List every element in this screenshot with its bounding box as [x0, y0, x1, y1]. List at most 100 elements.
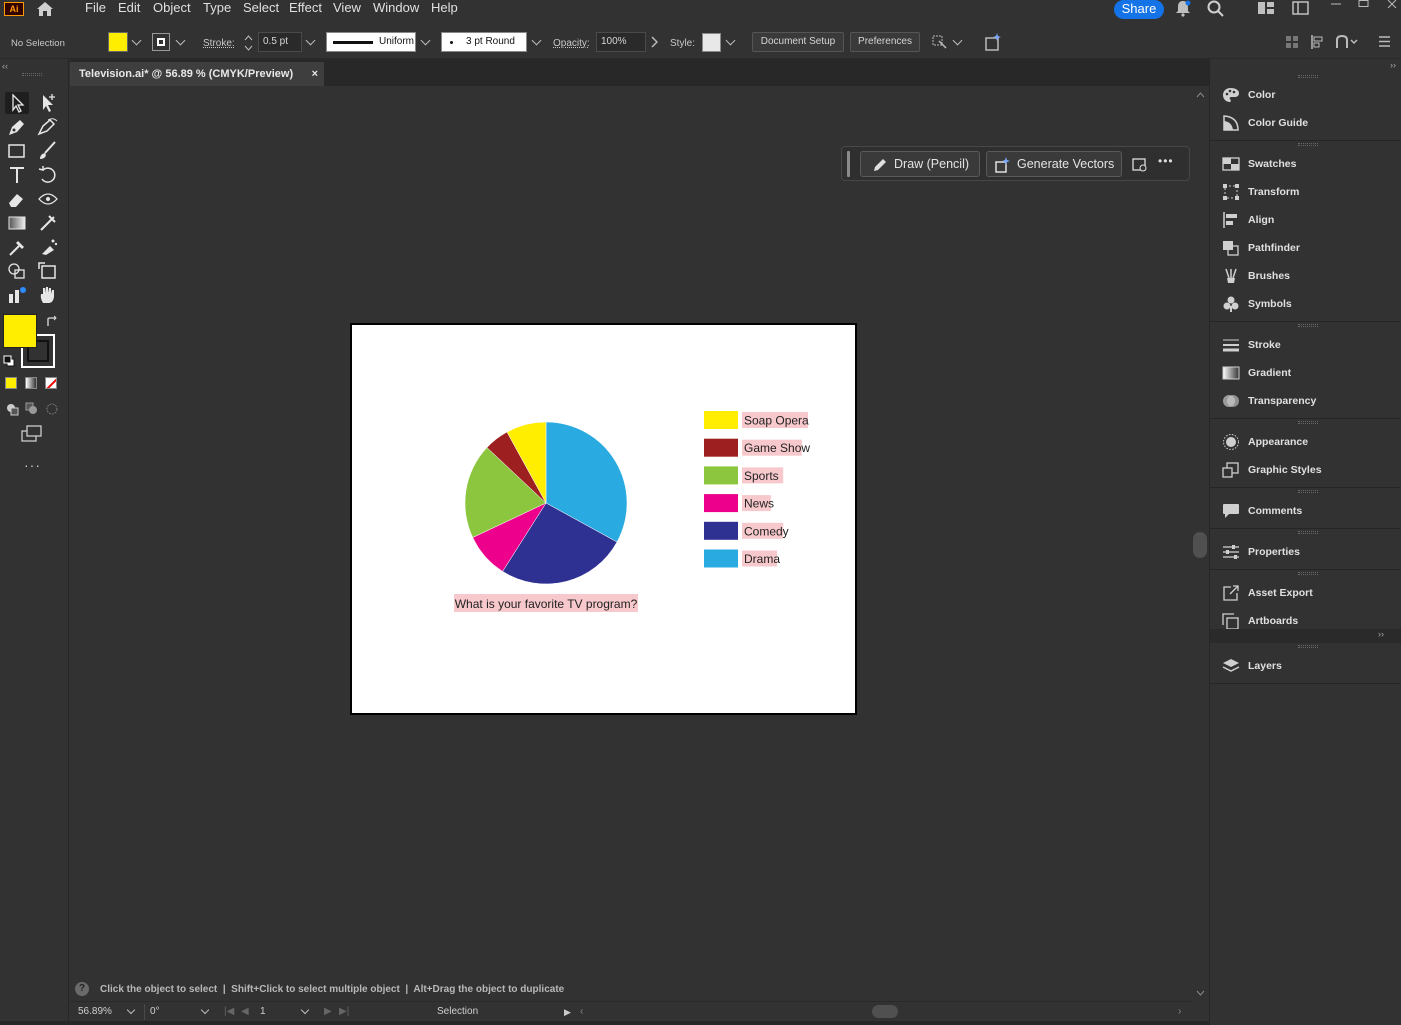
- zoom-dropdown-icon[interactable]: [126, 1005, 136, 1015]
- last-artboard-icon[interactable]: ▶|: [339, 1002, 349, 1022]
- stroke-label[interactable]: Stroke:: [203, 38, 235, 50]
- gradient-mode-icon[interactable]: [25, 377, 37, 389]
- draw-behind-icon[interactable]: [25, 402, 39, 416]
- arrange-documents-icon[interactable]: [1257, 1, 1275, 15]
- close-window-icon[interactable]: [1386, 0, 1398, 8]
- close-tab-icon[interactable]: ×: [312, 62, 318, 86]
- panel-color-guide[interactable]: Color Guide: [1222, 112, 1397, 134]
- scroll-right-icon[interactable]: ›: [1178, 1002, 1181, 1022]
- maximize-icon[interactable]: [1358, 0, 1370, 8]
- menu-type[interactable]: Type: [203, 0, 231, 16]
- panel-color[interactable]: Color: [1222, 84, 1397, 106]
- shape-builder-tool-icon[interactable]: [5, 260, 29, 282]
- opacity-label[interactable]: Opacity:: [553, 38, 590, 50]
- expand-panels-icon[interactable]: ››: [1390, 60, 1396, 70]
- none-mode-icon[interactable]: [45, 377, 57, 389]
- paintbrush-tool-icon[interactable]: [36, 140, 60, 162]
- search-icon[interactable]: [1207, 0, 1224, 17]
- arrange-dropdown-icon[interactable]: [952, 35, 963, 46]
- eyedropper-tool-icon[interactable]: [5, 236, 29, 258]
- current-tool-status[interactable]: Selection: [437, 1002, 478, 1022]
- document-setup-button[interactable]: Document Setup: [752, 32, 844, 52]
- preferences-button[interactable]: Preferences: [850, 32, 920, 52]
- rotate-tool-icon[interactable]: [36, 164, 60, 186]
- stroke-profile-select[interactable]: Uniform: [326, 32, 416, 52]
- vertical-scroll-thumb[interactable]: [1193, 532, 1207, 558]
- legend-swatch-sports[interactable]: [704, 466, 738, 485]
- panel-properties[interactable]: Properties: [1222, 541, 1397, 563]
- more-options-icon[interactable]: •••: [1158, 154, 1174, 168]
- change-screen-mode-icon[interactable]: [21, 425, 43, 443]
- fill-color-front[interactable]: [3, 314, 37, 348]
- fill-swatch[interactable]: [108, 32, 128, 52]
- rotation-value[interactable]: 0°: [150, 1002, 160, 1022]
- workspace-icon[interactable]: [1292, 1, 1309, 15]
- menu-file[interactable]: File: [85, 0, 106, 16]
- rectangle-tool-icon[interactable]: [5, 140, 29, 162]
- share-button[interactable]: Share: [1114, 0, 1164, 19]
- stroke-weight-dropdown-icon[interactable]: [305, 35, 316, 46]
- default-fill-stroke-icon[interactable]: [3, 355, 15, 367]
- text-align-icon[interactable]: [1310, 34, 1326, 50]
- mesh-tool-icon[interactable]: [36, 212, 60, 234]
- control-bar-menu-icon[interactable]: [1378, 36, 1391, 47]
- curvature-tool-icon[interactable]: [36, 116, 60, 138]
- eraser-tool-icon[interactable]: [5, 188, 29, 210]
- swap-fill-stroke-icon[interactable]: [45, 315, 59, 329]
- taskbar-grip[interactable]: [847, 151, 850, 177]
- panel-comments[interactable]: Comments: [1222, 500, 1397, 522]
- menu-effect[interactable]: Effect: [289, 0, 322, 16]
- panel-swatches[interactable]: Swatches: [1222, 153, 1397, 175]
- hand-tool-icon[interactable]: [36, 284, 60, 306]
- draw-normal-icon[interactable]: [5, 402, 19, 416]
- legend-swatch-news[interactable]: [704, 494, 738, 513]
- draw-inside-icon[interactable]: [45, 402, 59, 416]
- edit-toolbar-more-icon[interactable]: ···: [24, 457, 41, 473]
- toolbar-grip[interactable]: [22, 73, 42, 76]
- panel-brushes[interactable]: Brushes: [1222, 265, 1397, 287]
- artboard-number[interactable]: 1: [260, 1002, 266, 1022]
- brush-select[interactable]: 3 pt Round: [441, 32, 527, 52]
- legend-label-soap-opera[interactable]: Soap Opera: [744, 414, 809, 428]
- opacity-arrow-icon[interactable]: [651, 36, 658, 48]
- menu-object[interactable]: Object: [153, 0, 191, 16]
- artboard[interactable]: Soap Opera Game Show Sports News Comedy Drama…: [350, 323, 857, 715]
- legend-label-news[interactable]: News: [744, 497, 774, 511]
- generative-expand-icon[interactable]: [983, 32, 1003, 52]
- panel-transparency[interactable]: Transparency: [1222, 390, 1397, 412]
- arrange-icon[interactable]: [931, 33, 949, 51]
- panel-transform[interactable]: Transform: [1222, 181, 1397, 203]
- collapse-toolbar-icon[interactable]: ‹‹: [2, 61, 8, 71]
- vertical-scrollbar[interactable]: [1192, 86, 1209, 1001]
- pen-tool-icon[interactable]: [5, 116, 29, 138]
- legend-label-game-show[interactable]: Game Show: [744, 441, 810, 455]
- first-artboard-icon[interactable]: |◀: [224, 1002, 234, 1022]
- gradient-tool-icon[interactable]: [5, 212, 29, 234]
- stroke-profile-dropdown-icon[interactable]: [420, 35, 431, 46]
- zoom-level[interactable]: 56.89%: [78, 1002, 112, 1022]
- style-dropdown-icon[interactable]: [725, 35, 736, 46]
- panel-layers[interactable]: Layers: [1222, 655, 1397, 677]
- artboard-tool-icon[interactable]: [36, 260, 60, 282]
- pie-chart[interactable]: Soap Opera Game Show Sports News Comedy Drama…: [352, 325, 855, 713]
- menu-select[interactable]: Select: [243, 0, 279, 16]
- stroke-dropdown-icon[interactable]: [175, 35, 186, 46]
- panel-gradient[interactable]: Gradient: [1222, 362, 1397, 384]
- bell-icon[interactable]: [1175, 0, 1191, 17]
- type-tool-icon[interactable]: [5, 164, 29, 186]
- scroll-left-icon[interactable]: ‹: [580, 1002, 583, 1022]
- home-icon[interactable]: [36, 1, 54, 17]
- panel-appearance[interactable]: Appearance: [1222, 431, 1397, 453]
- style-swatch[interactable]: [702, 33, 721, 52]
- expand-column-icon[interactable]: ››: [1378, 629, 1384, 639]
- legend-label-sports[interactable]: Sports: [744, 469, 779, 483]
- previous-artboard-icon[interactable]: ◀: [241, 1002, 249, 1022]
- brush-dropdown-icon[interactable]: [531, 35, 542, 46]
- generate-vectors-button[interactable]: Generate Vectors: [986, 151, 1122, 177]
- panel-asset-export[interactable]: Asset Export: [1222, 582, 1397, 604]
- fill-dropdown-icon[interactable]: [131, 35, 142, 46]
- tab-television-document[interactable]: Television.ai* @ 56.89 % (CMYK/Preview) …: [70, 62, 324, 86]
- generate-options-icon[interactable]: [1131, 156, 1149, 174]
- legend-swatch-game-show[interactable]: [704, 438, 738, 457]
- legend-label-drama[interactable]: Drama: [744, 552, 780, 566]
